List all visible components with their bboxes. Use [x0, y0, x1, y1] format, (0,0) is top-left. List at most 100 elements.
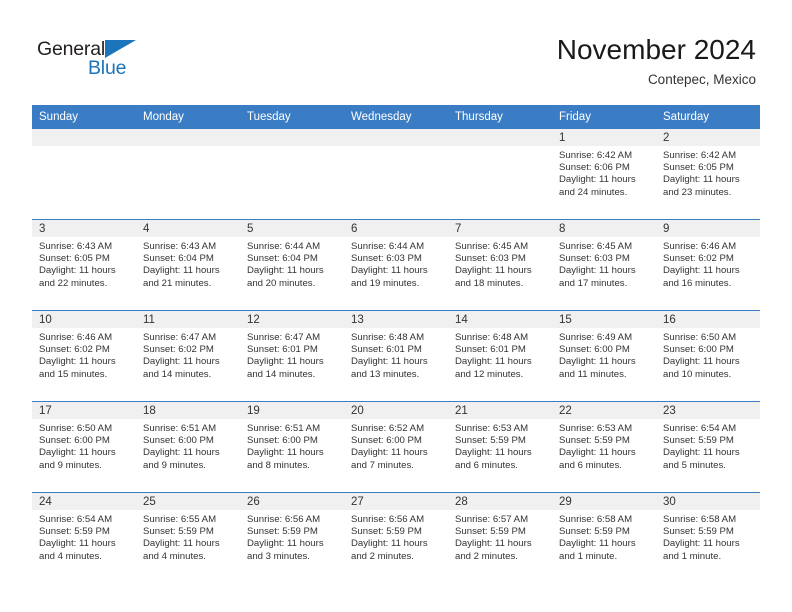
sunset-time: Sunset: 5:59 PM — [663, 526, 734, 538]
daylight-line-1: Daylight: 11 hours — [143, 356, 220, 368]
day-details — [32, 146, 136, 150]
calendar-day-cell[interactable]: 11 Sunrise: 6:47 AM Sunset: 6:02 PM Dayligh… — [136, 310, 240, 402]
sunrise-time: Sunrise: 6:53 AM — [455, 423, 529, 434]
sunrise-time: Sunrise: 6:51 AM — [143, 423, 217, 434]
sunrise-time: Sunrise: 6:51 AM — [247, 423, 321, 434]
day-number: 30 — [656, 493, 760, 510]
calendar-day-cell[interactable]: 5 Sunrise: 6:44 AM Sunset: 6:04 PM Daylight… — [240, 219, 344, 311]
calendar-day-cell[interactable]: 19 Sunrise: 6:51 AM Sunset: 6:00 PM Dayligh… — [240, 401, 344, 493]
day-details: Sunrise: 6:56 AM Sunset: 5:59 PM Daylight:… — [344, 510, 448, 563]
daylight-line-2: and 8 minutes. — [247, 459, 310, 471]
calendar-day-cell[interactable]: 28 Sunrise: 6:57 AM Sunset: 5:59 PM Dayligh… — [448, 492, 552, 583]
weekday-header-friday: Friday — [552, 105, 656, 129]
day-number: 15 — [552, 311, 656, 328]
day-number: 21 — [448, 402, 552, 419]
calendar-day-cell[interactable]: 2 Sunrise: 6:42 AM Sunset: 6:05 PM Daylight… — [656, 128, 760, 220]
calendar-week-row: 1 Sunrise: 6:42 AM Sunset: 6:06 PM Daylight… — [32, 128, 760, 220]
day-details: Sunrise: 6:52 AM Sunset: 6:00 PM Daylight:… — [344, 419, 448, 472]
day-details: Sunrise: 6:53 AM Sunset: 5:59 PM Daylight:… — [448, 419, 552, 472]
day-details: Sunrise: 6:53 AM Sunset: 5:59 PM Daylight:… — [552, 419, 656, 472]
daylight-line-2: and 16 minutes. — [663, 277, 732, 289]
calendar-day-cell[interactable]: 26 Sunrise: 6:56 AM Sunset: 5:59 PM Dayligh… — [240, 492, 344, 583]
day-number: 10 — [32, 311, 136, 328]
day-number — [32, 129, 136, 146]
day-number: 22 — [552, 402, 656, 419]
daylight-line-1: Daylight: 11 hours — [39, 447, 116, 459]
day-number: 2 — [656, 129, 760, 146]
calendar-day-cell[interactable]: 27 Sunrise: 6:56 AM Sunset: 5:59 PM Dayligh… — [344, 492, 448, 583]
calendar-day-cell[interactable]: 10 Sunrise: 6:46 AM Sunset: 6:02 PM Dayligh… — [32, 310, 136, 402]
calendar-day-cell[interactable]: 16 Sunrise: 6:50 AM Sunset: 6:00 PM Dayligh… — [656, 310, 760, 402]
sunset-time: Sunset: 6:01 PM — [455, 344, 526, 356]
calendar-day-cell[interactable]: 6 Sunrise: 6:44 AM Sunset: 6:03 PM Daylight… — [344, 219, 448, 311]
daylight-line-1: Daylight: 11 hours — [455, 447, 532, 459]
day-number: 27 — [344, 493, 448, 510]
daylight-line-1: Daylight: 11 hours — [143, 538, 220, 550]
calendar-day-cell[interactable]: 17 Sunrise: 6:50 AM Sunset: 6:00 PM Dayligh… — [32, 401, 136, 493]
calendar-cell-empty — [136, 128, 240, 220]
weekday-header-monday: Monday — [136, 105, 240, 129]
daylight-line-2: and 20 minutes. — [247, 277, 316, 289]
day-number: 14 — [448, 311, 552, 328]
calendar-cell-inner: 11 Sunrise: 6:47 AM Sunset: 6:02 PM Dayligh… — [136, 311, 240, 401]
calendar-week-row: 3 Sunrise: 6:43 AM Sunset: 6:05 PM Daylight… — [32, 219, 760, 311]
calendar-page: General Blue November 2024 Contepec, Mex… — [0, 0, 792, 612]
calendar-day-cell[interactable]: 9 Sunrise: 6:46 AM Sunset: 6:02 PM Daylight… — [656, 219, 760, 311]
day-details: Sunrise: 6:42 AM Sunset: 6:06 PM Daylight:… — [552, 146, 656, 199]
calendar-day-cell[interactable]: 3 Sunrise: 6:43 AM Sunset: 6:05 PM Daylight… — [32, 219, 136, 311]
day-details: Sunrise: 6:48 AM Sunset: 6:01 PM Daylight:… — [344, 328, 448, 381]
day-details: Sunrise: 6:49 AM Sunset: 6:00 PM Daylight:… — [552, 328, 656, 381]
calendar-day-cell[interactable]: 23 Sunrise: 6:54 AM Sunset: 5:59 PM Dayligh… — [656, 401, 760, 493]
calendar-cell-inner — [448, 129, 552, 219]
daylight-line-2: and 6 minutes. — [559, 459, 622, 471]
day-number: 5 — [240, 220, 344, 237]
calendar-day-cell[interactable]: 25 Sunrise: 6:55 AM Sunset: 5:59 PM Dayligh… — [136, 492, 240, 583]
day-number: 19 — [240, 402, 344, 419]
sunset-time: Sunset: 6:05 PM — [663, 162, 734, 174]
calendar-day-cell[interactable]: 21 Sunrise: 6:53 AM Sunset: 5:59 PM Dayligh… — [448, 401, 552, 493]
calendar-day-cell[interactable]: 29 Sunrise: 6:58 AM Sunset: 5:59 PM Dayligh… — [552, 492, 656, 583]
sunrise-time: Sunrise: 6:54 AM — [39, 514, 113, 525]
calendar-day-cell[interactable]: 8 Sunrise: 6:45 AM Sunset: 6:03 PM Daylight… — [552, 219, 656, 311]
calendar-cell-inner: 8 Sunrise: 6:45 AM Sunset: 6:03 PM Daylight… — [552, 220, 656, 310]
sunrise-time: Sunrise: 6:57 AM — [455, 514, 529, 525]
calendar-day-cell[interactable]: 22 Sunrise: 6:53 AM Sunset: 5:59 PM Dayligh… — [552, 401, 656, 493]
daylight-line-2: and 4 minutes. — [143, 550, 206, 562]
calendar-day-cell[interactable]: 14 Sunrise: 6:48 AM Sunset: 6:01 PM Dayligh… — [448, 310, 552, 402]
calendar-cell-inner: 9 Sunrise: 6:46 AM Sunset: 6:02 PM Daylight… — [656, 220, 760, 310]
calendar-day-cell[interactable]: 18 Sunrise: 6:51 AM Sunset: 6:00 PM Dayligh… — [136, 401, 240, 493]
page-title: November 2024 — [556, 34, 756, 65]
day-details: Sunrise: 6:55 AM Sunset: 5:59 PM Daylight:… — [136, 510, 240, 563]
calendar-day-cell[interactable]: 7 Sunrise: 6:45 AM Sunset: 6:03 PM Daylight… — [448, 219, 552, 311]
daylight-line-2: and 21 minutes. — [143, 277, 212, 289]
calendar-week-row: 24 Sunrise: 6:54 AM Sunset: 5:59 PM Dayligh… — [32, 492, 760, 583]
sunset-time: Sunset: 6:02 PM — [39, 344, 110, 356]
calendar-day-cell[interactable]: 15 Sunrise: 6:49 AM Sunset: 6:00 PM Dayligh… — [552, 310, 656, 402]
day-number — [448, 129, 552, 146]
calendar-day-cell[interactable]: 20 Sunrise: 6:52 AM Sunset: 6:00 PM Dayligh… — [344, 401, 448, 493]
general-blue-logo[interactable]: General Blue — [37, 38, 157, 88]
calendar-cell-inner: 22 Sunrise: 6:53 AM Sunset: 5:59 PM Dayligh… — [552, 402, 656, 492]
calendar-cell-inner: 20 Sunrise: 6:52 AM Sunset: 6:00 PM Dayligh… — [344, 402, 448, 492]
calendar-day-cell[interactable]: 4 Sunrise: 6:43 AM Sunset: 6:04 PM Daylight… — [136, 219, 240, 311]
calendar-day-cell[interactable]: 24 Sunrise: 6:54 AM Sunset: 5:59 PM Dayligh… — [32, 492, 136, 583]
sunset-time: Sunset: 5:59 PM — [351, 526, 422, 538]
sunset-time: Sunset: 5:59 PM — [455, 526, 526, 538]
sunset-time: Sunset: 5:59 PM — [559, 435, 630, 447]
calendar-cell-inner — [344, 129, 448, 219]
calendar-day-cell[interactable]: 12 Sunrise: 6:47 AM Sunset: 6:01 PM Dayligh… — [240, 310, 344, 402]
calendar-cell-inner — [240, 129, 344, 219]
daylight-line-1: Daylight: 11 hours — [351, 356, 428, 368]
calendar-day-cell[interactable]: 13 Sunrise: 6:48 AM Sunset: 6:01 PM Dayligh… — [344, 310, 448, 402]
day-number: 11 — [136, 311, 240, 328]
sunrise-time: Sunrise: 6:43 AM — [143, 241, 217, 252]
daylight-line-1: Daylight: 11 hours — [663, 265, 740, 277]
calendar-day-cell[interactable]: 30 Sunrise: 6:58 AM Sunset: 5:59 PM Dayligh… — [656, 492, 760, 583]
sunset-time: Sunset: 6:00 PM — [143, 435, 214, 447]
day-number: 25 — [136, 493, 240, 510]
sunset-time: Sunset: 5:59 PM — [143, 526, 214, 538]
sunrise-time: Sunrise: 6:55 AM — [143, 514, 217, 525]
day-number: 17 — [32, 402, 136, 419]
calendar-day-cell[interactable]: 1 Sunrise: 6:42 AM Sunset: 6:06 PM Daylight… — [552, 128, 656, 220]
sunset-time: Sunset: 6:00 PM — [559, 344, 630, 356]
